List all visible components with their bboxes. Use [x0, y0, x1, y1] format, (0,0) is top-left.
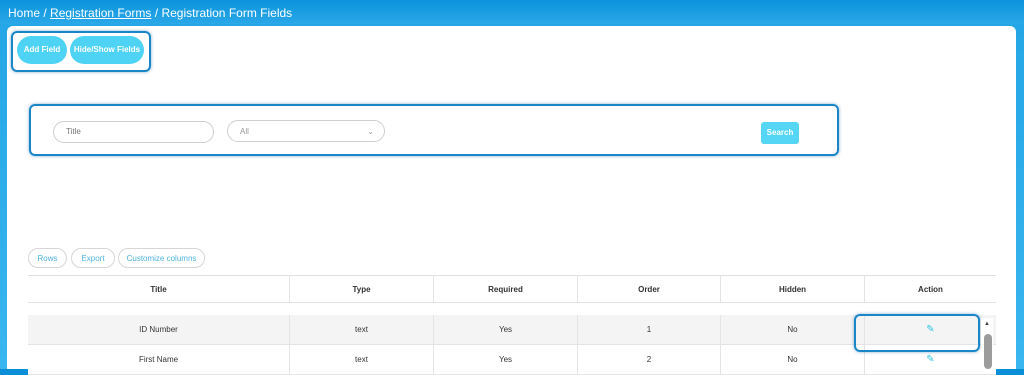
table-row[interactable]: ID Number text Yes 1 No ✎	[28, 315, 996, 345]
type-filter-select[interactable]: All ⌄	[227, 120, 385, 142]
cell-hidden: No	[721, 315, 865, 344]
cell-hidden: No	[721, 345, 865, 374]
cell-order: 2	[578, 345, 721, 374]
breadcrumb: Home / Registration Forms / Registration…	[8, 6, 292, 20]
scroll-up-arrow-icon[interactable]: ▲	[984, 321, 990, 327]
header-required[interactable]: Required	[434, 276, 578, 302]
rows-button[interactable]: Rows	[28, 248, 67, 268]
cell-required: Yes	[434, 345, 578, 374]
pencil-icon[interactable]: ✎	[926, 354, 934, 365]
header-hidden[interactable]: Hidden	[721, 276, 865, 302]
add-field-button[interactable]: Add Field	[17, 36, 67, 64]
table-row[interactable]: First Name text Yes 2 No ✎	[28, 345, 996, 375]
top-bar: Home / Registration Forms / Registration…	[0, 0, 1024, 24]
action-highlight	[854, 314, 980, 352]
table-header-row: Title Type Required Order Hidden Action	[28, 276, 996, 303]
cell-type: text	[290, 315, 434, 344]
cell-title: First Name	[28, 345, 290, 374]
breadcrumb-separator: /	[43, 6, 47, 20]
header-title[interactable]: Title	[28, 276, 290, 302]
export-button[interactable]: Export	[71, 248, 115, 268]
header-order[interactable]: Order	[578, 276, 721, 302]
cell-order: 1	[578, 315, 721, 344]
customize-columns-button[interactable]: Customize columns	[118, 248, 205, 268]
header-action: Action	[918, 284, 943, 294]
cell-required: Yes	[434, 315, 578, 344]
cell-title: ID Number	[28, 315, 290, 344]
breadcrumb-registration-forms[interactable]: Registration Forms	[50, 6, 151, 20]
cell-type: text	[290, 345, 434, 374]
title-filter-input[interactable]	[53, 121, 214, 143]
breadcrumb-home[interactable]: Home	[8, 6, 40, 20]
search-button[interactable]: Search	[761, 122, 799, 144]
fields-table: Title Type Required Order Hidden Action …	[28, 275, 996, 375]
header-type[interactable]: Type	[290, 276, 434, 302]
breadcrumb-separator: /	[154, 6, 159, 20]
breadcrumb-current: Registration Form Fields	[161, 6, 293, 20]
chevron-down-icon: ⌄	[367, 127, 374, 136]
type-filter-value: All	[240, 127, 249, 136]
scrollbar-thumb[interactable]	[984, 334, 992, 369]
hide-show-fields-button[interactable]: Hide/Show Fields	[70, 36, 144, 64]
